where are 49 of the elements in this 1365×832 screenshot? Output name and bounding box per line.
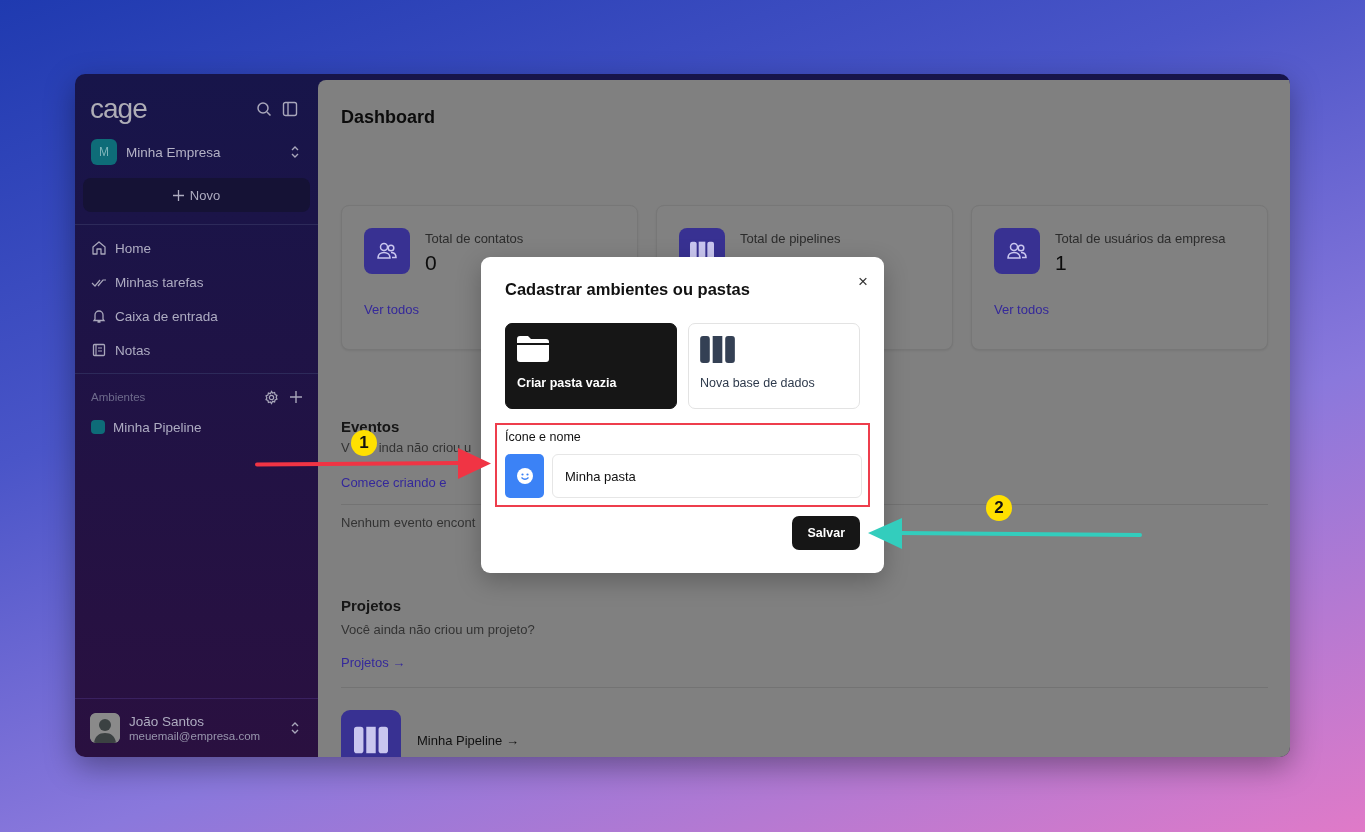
projects-text: Você ainda não criou um projeto? xyxy=(341,622,535,637)
workspace-name[interactable]: Minha Empresa xyxy=(126,144,281,160)
close-button[interactable]: × xyxy=(858,273,868,290)
plus-icon xyxy=(172,189,184,201)
stat-label: Total de contatos xyxy=(425,230,524,246)
chevron-up-down-icon[interactable] xyxy=(290,144,300,160)
environment-item[interactable]: Minha Pipeline xyxy=(75,412,318,442)
nav-item[interactable]: Caixa de entrada xyxy=(75,299,318,333)
smiley-icon xyxy=(516,468,533,484)
user-email: meuemail@empresa.com xyxy=(129,730,262,742)
stat-value: 0 xyxy=(425,251,438,275)
emoji-button[interactable] xyxy=(505,454,544,498)
events-text: V xyxy=(341,440,350,455)
sidebar-toggle-icon[interactable] xyxy=(282,101,298,117)
new-button[interactable]: Novo xyxy=(83,178,310,212)
page-title: Dashboard xyxy=(341,106,437,129)
plus-icon[interactable] xyxy=(290,391,302,403)
user-avatar xyxy=(90,713,120,743)
stat-value: 1 xyxy=(1055,251,1068,275)
nav-item[interactable]: Notas xyxy=(75,333,318,367)
users-icon xyxy=(376,240,398,262)
settings-icon[interactable] xyxy=(264,389,279,405)
field-label: Ícone e nome xyxy=(505,430,582,444)
search-icon[interactable] xyxy=(256,101,272,117)
events-text: inda não criou u xyxy=(378,440,472,455)
users-icon xyxy=(1006,240,1028,262)
section-heading: Projetos xyxy=(341,597,401,614)
folder-icon xyxy=(517,336,549,362)
user-name: João Santos xyxy=(129,714,206,729)
option-card[interactable]: Criar pasta vazia xyxy=(505,323,677,409)
nav-icon xyxy=(91,308,107,324)
nav-item[interactable]: Home xyxy=(75,231,318,265)
app-logo: cage xyxy=(90,94,148,124)
name-input[interactable]: Minha pasta xyxy=(552,454,862,498)
empty-events-text: Nenhum evento encont xyxy=(341,515,476,530)
nav-icon xyxy=(91,342,107,358)
chevron-up-down-icon[interactable] xyxy=(290,720,300,736)
columns-icon xyxy=(354,724,388,756)
workspace-avatar: M xyxy=(91,139,117,165)
stat-label: Total de pipelines xyxy=(740,230,841,246)
option-card[interactable]: Nova base de dados xyxy=(688,323,860,409)
columns-icon xyxy=(700,336,735,363)
nav-icon xyxy=(91,240,107,256)
nav-item[interactable]: Minhas tarefas xyxy=(75,265,318,299)
pipeline-link[interactable]: Minha Pipeline → xyxy=(417,732,519,748)
dialog-title: Cadastrar ambientes ou pastas xyxy=(505,279,751,299)
save-button[interactable]: Salvar xyxy=(792,516,860,550)
section-title: Ambientes xyxy=(91,391,147,403)
stat-label: Total de usuários da empresa xyxy=(1055,230,1226,246)
